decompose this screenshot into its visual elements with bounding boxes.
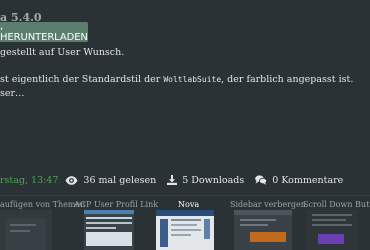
comments-icon: [255, 175, 268, 185]
download-button[interactable]: , HERUNTERLADEN: [0, 21, 88, 43]
thumbnail-image[interactable]: [306, 210, 358, 250]
publish-date[interactable]: rstag, 13:47: [0, 175, 58, 186]
code-snippet: WoltlabSuite: [163, 75, 222, 84]
downloads-count: 5 Downloads: [167, 175, 244, 186]
related-items: aufügen von Themen ACP User Profil Link …: [0, 200, 370, 209]
downloads-label: 5 Downloads: [182, 174, 245, 186]
related-item-label[interactable]: Sidebar verbergen: [230, 200, 306, 209]
related-thumbnails: [0, 210, 370, 250]
related-item-label[interactable]: ACP User Profil Link: [74, 200, 158, 209]
thumbnail-image[interactable]: [156, 210, 214, 250]
description-line: ser…: [0, 88, 25, 99]
description-text: st eigentlich der Standardstil der: [0, 74, 164, 85]
eye-icon: [65, 175, 78, 185]
related-item-label[interactable]: Nova: [178, 200, 199, 209]
description-line: st eigentlich der Standardstil der Woltl…: [0, 74, 353, 85]
divider: [0, 195, 370, 196]
description-line: gestellt auf User Wunsch.: [0, 47, 125, 58]
views-count: 36 mal gelesen: [65, 175, 156, 186]
download-icon: [167, 175, 178, 185]
description-text: , der farblich angepasst ist.: [221, 74, 354, 85]
related-item-label[interactable]: Scroll Down Button: [303, 200, 370, 209]
thumbnail-image[interactable]: [84, 210, 134, 250]
thumbnail-image[interactable]: [0, 210, 52, 250]
thumbnail-image[interactable]: [234, 210, 292, 250]
related-item-label[interactable]: aufügen von Themen: [0, 200, 85, 209]
comments-label: 0 Kommentare: [272, 174, 344, 186]
comments-count[interactable]: 0 Kommentare: [255, 175, 343, 186]
meta-bar: rstag, 13:47 36 mal gelesen 5 Downloads …: [0, 172, 370, 188]
download-button-label: , HERUNTERLADEN: [0, 21, 88, 43]
views-label: 36 mal gelesen: [83, 174, 157, 186]
